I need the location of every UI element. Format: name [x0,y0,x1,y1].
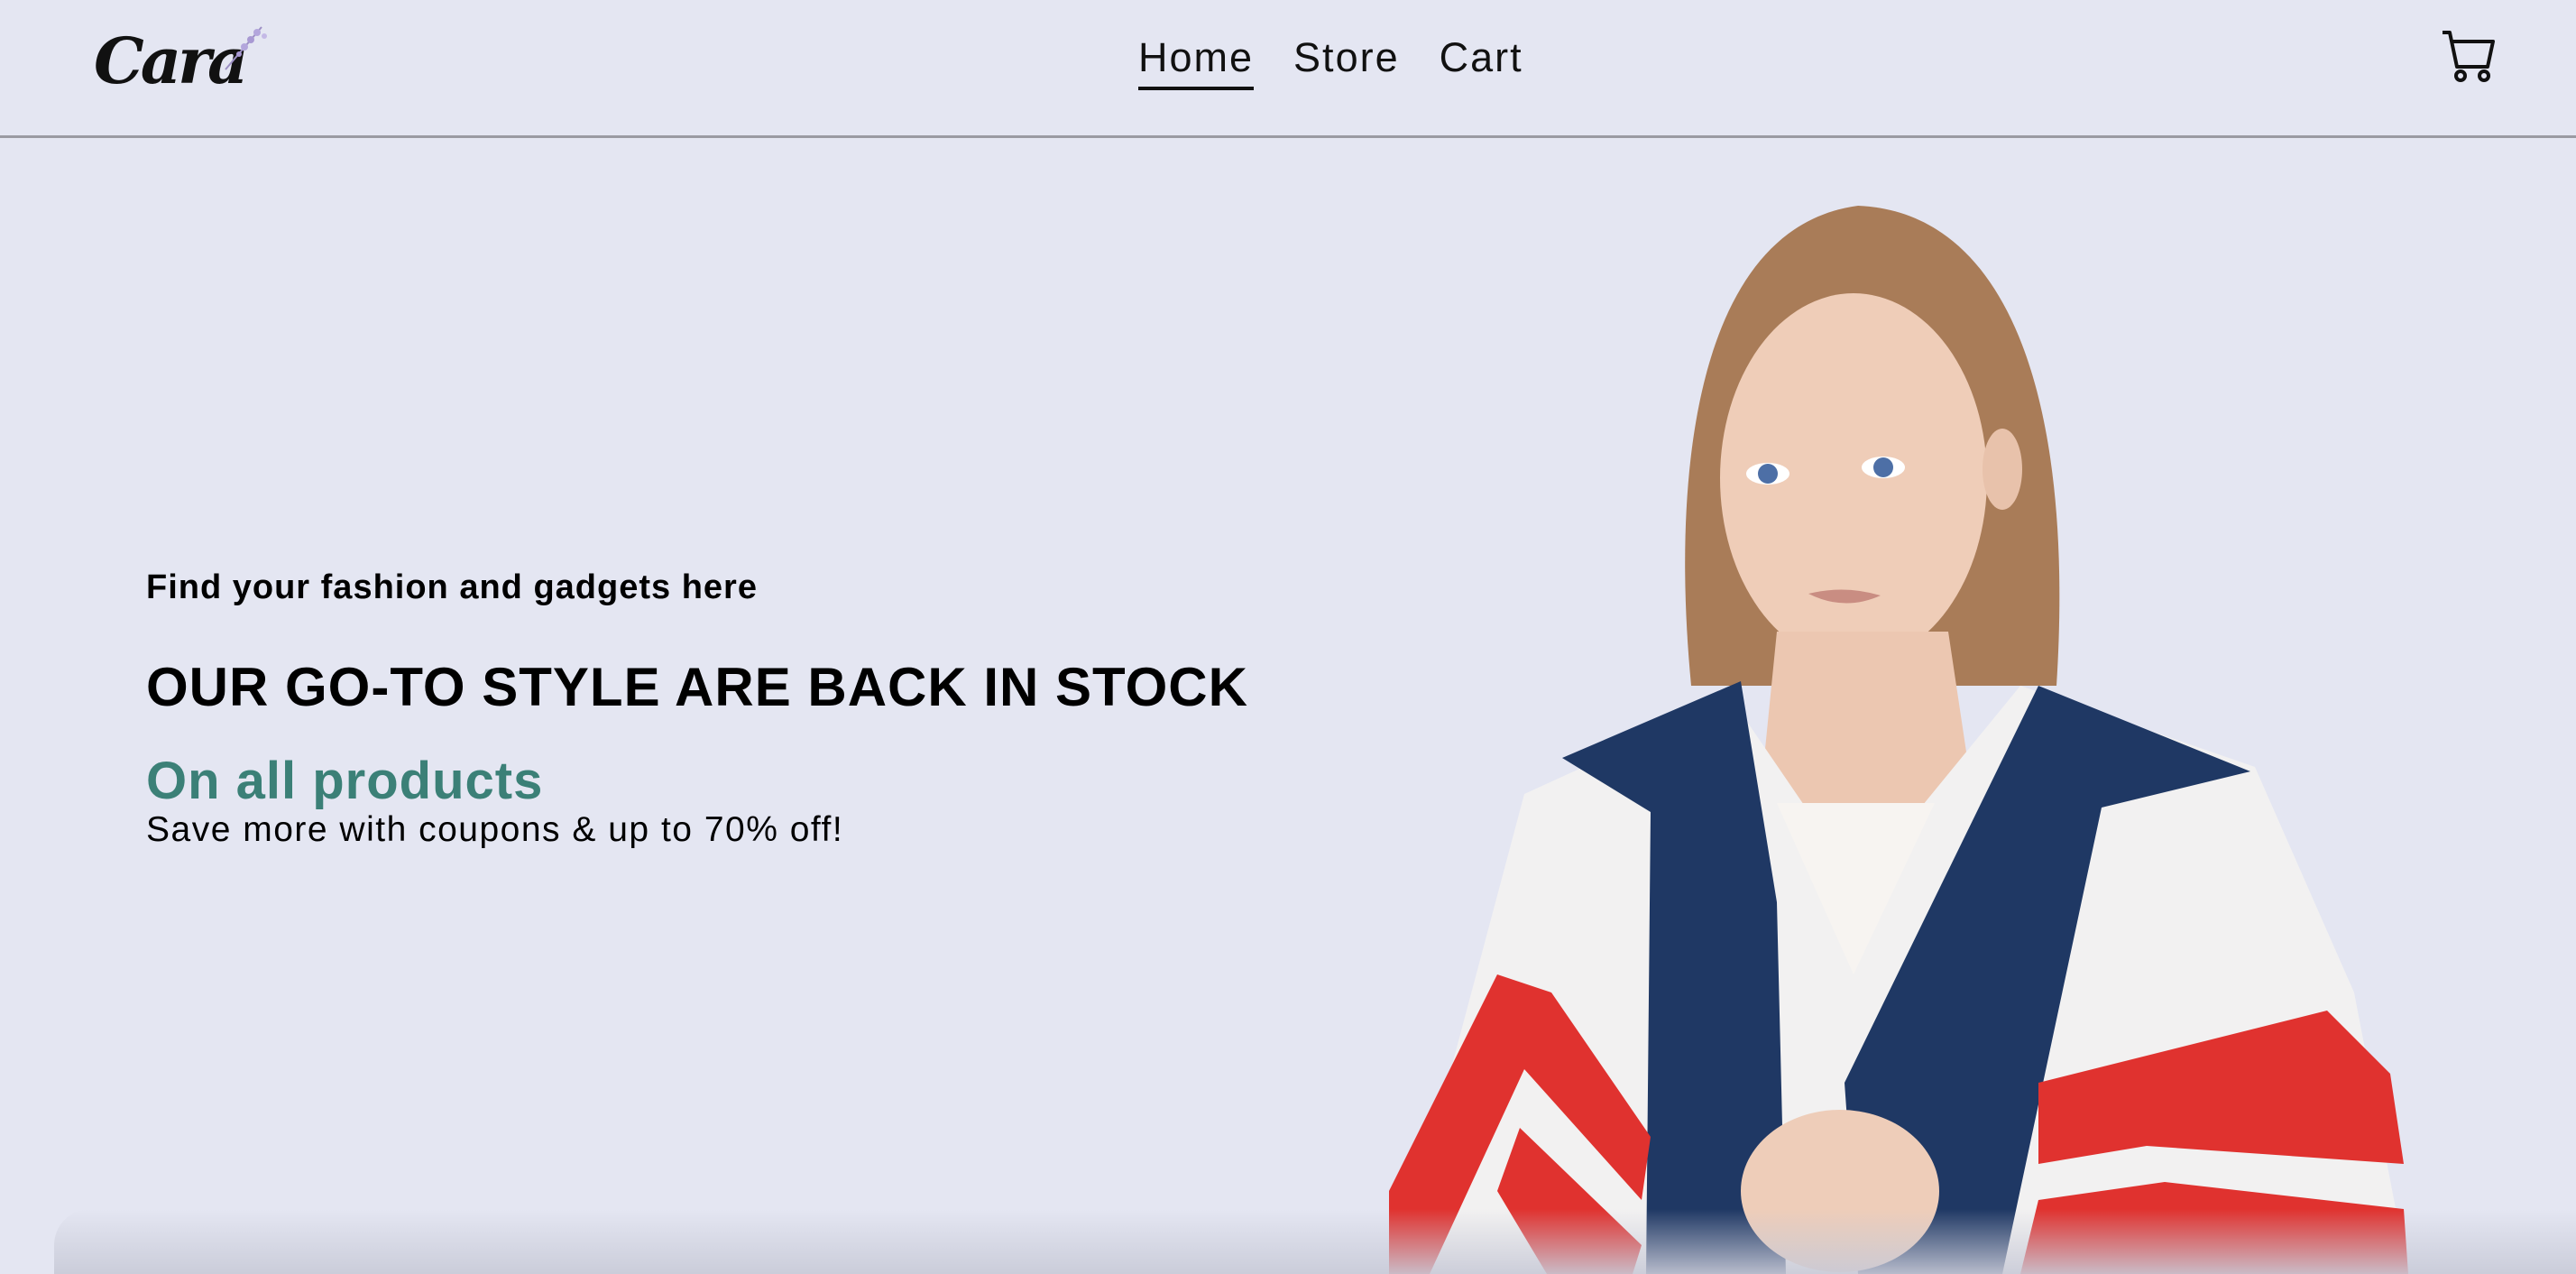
site-header: Cara Home Store Cart [0,0,2576,138]
next-section-shadow [54,1209,2576,1274]
nav-cart[interactable]: Cart [1440,34,1523,90]
shopping-cart-icon[interactable] [2441,29,2497,83]
nav-home[interactable]: Home [1138,34,1255,90]
logo[interactable]: Cara [90,20,271,101]
hero-description: Save more with coupons & up to 70% off! [146,810,844,849]
main-nav: Home Store Cart [1138,34,1523,90]
hero-model-image [1389,206,2408,1274]
hero-offer: On all products [146,752,544,810]
hero-text: Find your fashion and gadgets here OUR G… [146,568,1248,850]
hero-subtitle: Find your fashion and gadgets here [146,568,758,606]
lavender-icon [225,26,267,70]
nav-store[interactable]: Store [1293,34,1400,90]
hero-headline: OUR GO-TO STYLE ARE BACK IN STOCK [146,657,1248,717]
